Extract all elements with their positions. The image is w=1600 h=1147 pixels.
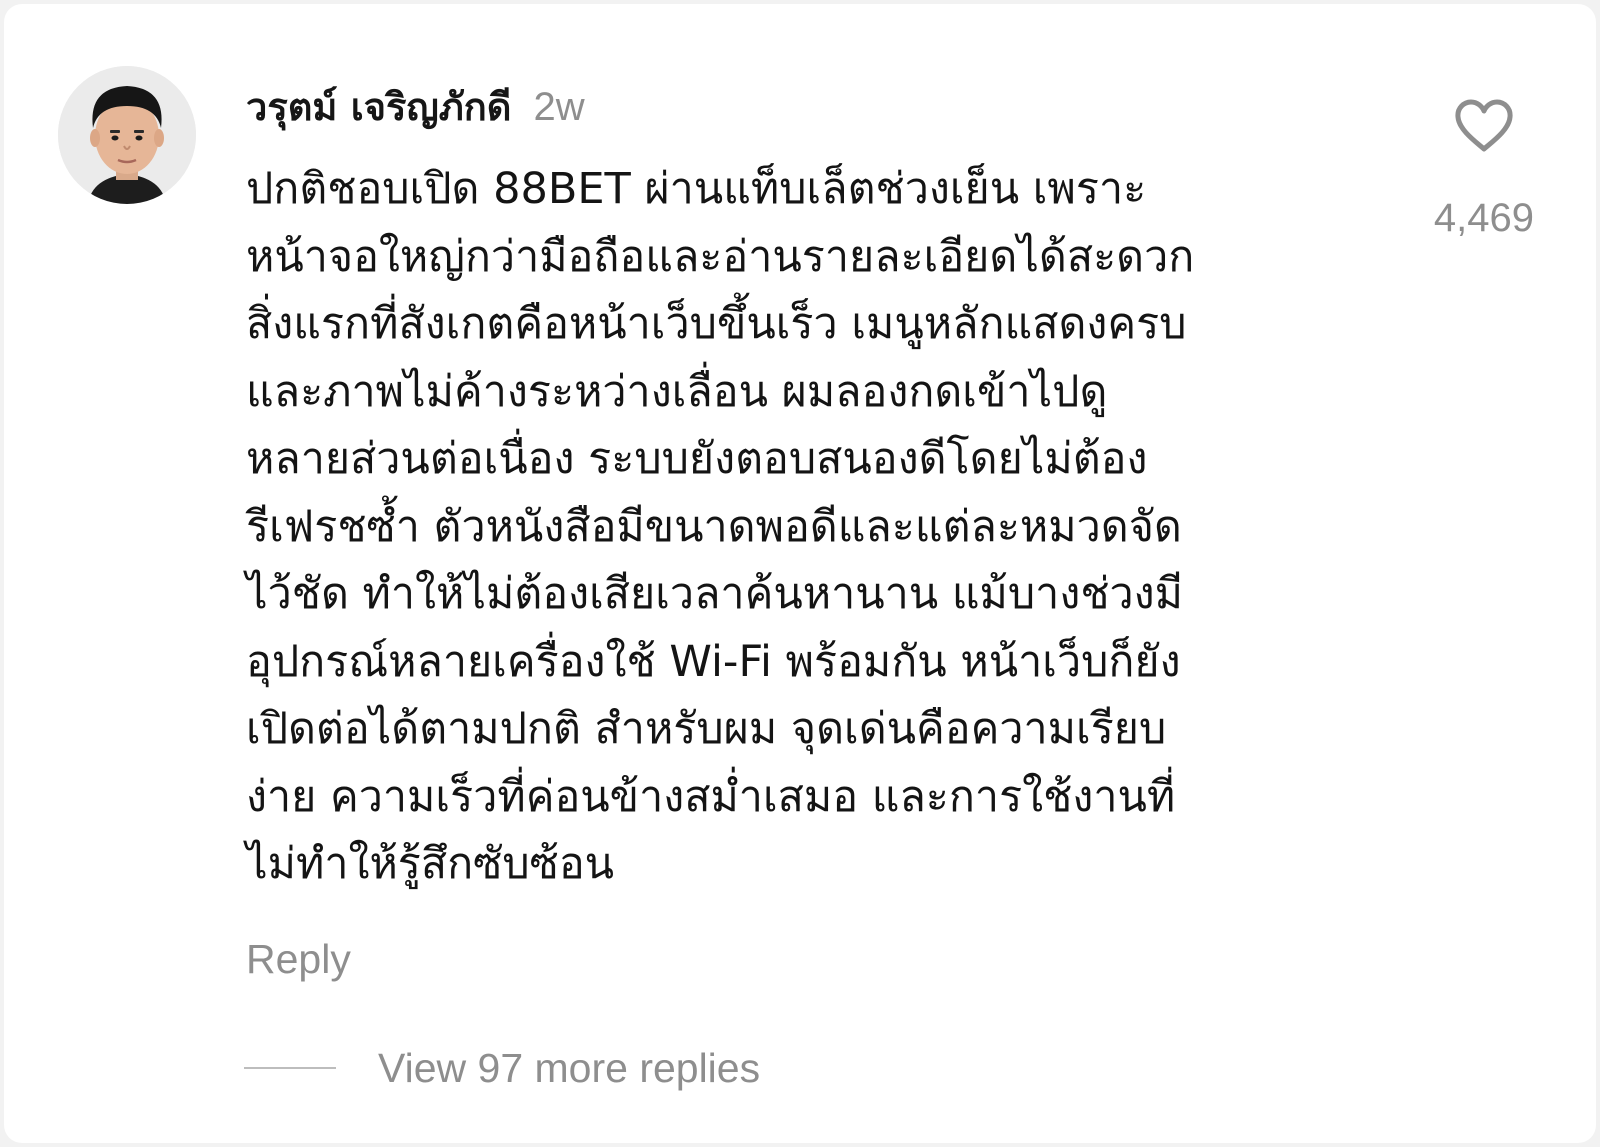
comment-card: วรุตม์ เจริญภักดี 2w ปกติชอบเปิด 88BET ผ… xyxy=(4,4,1596,1143)
avatar-image xyxy=(58,66,196,204)
comment-text: ปกติชอบเปิด 88BET ผ่านแท็บเล็ตช่วงเย็น เ… xyxy=(246,156,1356,899)
comment-text-line: หน้าจอใหญ่กว่ามือถือและอ่านรายละเอียดได้… xyxy=(246,231,1195,282)
comment-text-line: อุปกรณ์หลายเครื่องใช้ Wi-Fi พร้อมกัน หน้… xyxy=(246,636,1181,687)
like-count: 4,469 xyxy=(1433,196,1534,240)
comment-text-line: ง่าย ความเร็วที่ค่อนข้างสม่ำเสมอ และการใ… xyxy=(246,771,1176,822)
replies-divider xyxy=(244,1067,336,1069)
comment-text-line: หลายส่วนต่อเนื่อง ระบบยังตอบสนองดีโดยไม่… xyxy=(246,434,1148,484)
heart-outline-icon xyxy=(1455,99,1513,152)
comment-timestamp: 2w xyxy=(533,85,585,129)
view-more-replies-button[interactable]: View 97 more replies xyxy=(244,1040,760,1096)
avatar[interactable] xyxy=(58,66,196,204)
comment-text-line: เปิดต่อได้ตามปกติ สำหรับผม จุดเด่นคือควา… xyxy=(246,704,1167,754)
comment-text-line: ปกติชอบเปิด 88BET ผ่านแท็บเล็ตช่วงเย็น เ… xyxy=(246,164,1147,214)
comment-text-line: ไม่ทำให้รู้สึกซับซ้อน xyxy=(246,839,615,889)
comment-text-line: สิ่งแรกที่สังเกตคือหน้าเว็บขึ้นเร็ว เมนู… xyxy=(246,299,1187,349)
comment-text-line: รีเฟรชซ้ำ ตัวหนังสือมีขนาดพอดีและแต่ละหม… xyxy=(246,501,1182,552)
comment-header: วรุตม์ เจริญภักดี 2w xyxy=(246,76,585,136)
comment-text-line: ไว้ชัด ทำให้ไม่ต้องเสียเวลาค้นหานาน แม้บ… xyxy=(246,569,1183,619)
like-button[interactable] xyxy=(1434,98,1534,168)
view-more-replies-label: View 97 more replies xyxy=(378,1044,761,1091)
username[interactable]: วรุตม์ เจริญภักดี xyxy=(246,76,511,137)
reply-button[interactable]: Reply xyxy=(246,936,351,983)
comment-text-line: และภาพไม่ค้างระหว่างเลื่อน ผมลองกดเข้าไป… xyxy=(246,366,1108,417)
